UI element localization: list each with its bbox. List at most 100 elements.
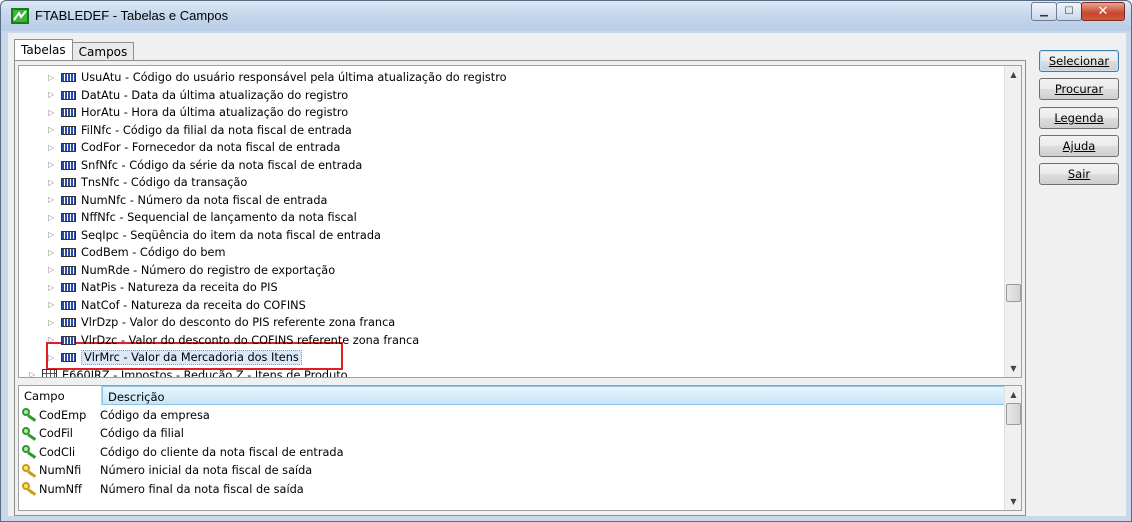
grid-scrollbar[interactable]: ▲ ▼ [1004,386,1021,510]
table-row[interactable]: CodEmp Código da empresa [19,406,210,424]
tree-item[interactable]: ▷ VlrDzc - Valor do desconto do COFINS re… [48,332,419,349]
expand-icon[interactable]: ▷ [48,196,56,204]
tree-item-label: VlrDzc - Valor do desconto do COFINS ref… [81,333,420,347]
tree-item[interactable]: ▷ NatPis - Natureza da receita do PIS [48,279,278,296]
table-row[interactable]: CodCli Código do cliente da nota fiscal d… [19,443,344,461]
tree-item-label: CodBem - Código do bem [81,246,226,259]
expand-icon[interactable]: ▷ [48,178,56,187]
action-buttons: Selecionar Procurar Legenda Ajuda Sair [1039,50,1119,191]
tree-item[interactable]: ▷ HorAtu - Hora da última atualização do … [48,104,348,121]
field-icon [61,248,76,257]
expand-icon[interactable]: ▷ [48,248,56,257]
field-icon [61,160,76,170]
tree-item[interactable]: ▷ CodBem - Código do bem [48,244,226,261]
tree-item-label: SnfNfc - Código da série da nota fiscal … [81,158,363,172]
expand-icon[interactable]: ▷ [48,266,56,274]
field-icon [61,353,76,362]
expand-icon[interactable]: ▷ [48,283,56,292]
foreign-key-icon [22,463,38,478]
tree-item[interactable]: ▷ SnfNfc - Código da série da nota fiscal… [48,157,362,174]
expand-icon[interactable]: ▷ [48,318,56,327]
field-icon [61,213,76,222]
cell-campo: CodCli [39,445,76,459]
app-window: FTABLEDEF - Tabelas e Campos ▁ ☐ ✕ Tabel… [0,0,1132,522]
tree-item-label: TnsNfc - Código da transação [81,176,248,189]
column-header-campo[interactable]: Campo [19,386,102,405]
tree-item[interactable]: ▷ E660IRZ - Impostos - Redução Z - Itens … [29,367,348,378]
tree-item-label: E660IRZ - Impostos - Redução Z - Itens d… [62,368,348,378]
expand-icon[interactable]: ▷ [48,336,56,344]
expand-icon[interactable]: ▷ [48,126,56,134]
tree-item[interactable]: ▷ CodFor - Fornecedor da nota fiscal de e… [48,139,340,156]
field-icon [61,73,76,82]
fields-grid[interactable]: Campo Descrição ▲ ▼ CodEmp Código da empr… [18,385,1022,511]
expand-icon[interactable]: ▷ [48,301,56,309]
legenda-button[interactable]: Legenda [1039,107,1119,129]
tree-item[interactable]: ▷ VlrMrc - Valor da Mercadoria dos Itens [48,349,302,366]
tree-item-label: SeqIpc - Seqüência do item da nota fisca… [81,228,381,242]
foreign-key-icon [22,482,38,496]
scroll-thumb[interactable] [1006,403,1021,425]
tree-item[interactable]: ▷ NumNfc - Número da nota fiscal de entra… [48,192,327,209]
tree-item-label: NumNfc - Número da nota fiscal de entrad… [81,193,328,207]
scroll-up-icon[interactable]: ▲ [1005,386,1021,403]
cell-campo: CodFil [39,427,73,440]
grid-header: Campo Descrição [19,386,1005,405]
field-icon [61,300,76,310]
tree-item-label: FilNfc - Código da filial da nota fiscal… [81,123,352,137]
table-tree[interactable]: ▲ ▼ ▷ UsuAtu - Código do usuário responsá… [18,65,1022,378]
cell-campo: NumNff [39,482,82,496]
minimize-button[interactable]: ▁ [1031,2,1057,21]
field-icon [61,90,76,100]
table-row[interactable]: NumNfi Número inicial da nota fiscal de s… [19,462,312,480]
field-icon [61,283,76,292]
title-bar[interactable]: FTABLEDEF - Tabelas e Campos ▁ ☐ ✕ [1,1,1131,31]
scroll-down-icon[interactable]: ▼ [1005,360,1021,377]
table-row[interactable]: NumNff Número final da nota fiscal de saí… [19,480,304,498]
field-icon [61,178,76,187]
tree-item-label: HorAtu - Hora da última atualização do r… [81,106,349,119]
tree-item-label: NatCof - Natureza da receita do COFINS [81,298,306,312]
tab-campos[interactable]: Campos [71,42,135,61]
tree-scrollbar[interactable]: ▲ ▼ [1004,66,1021,377]
expand-icon[interactable]: ▷ [48,161,56,169]
tree-item[interactable]: ▷ NatCof - Natureza da receita do COFINS [48,297,306,314]
expand-icon[interactable]: ▷ [48,231,56,239]
expand-icon[interactable]: ▷ [48,213,56,222]
cell-campo: NumNfi [39,464,82,477]
close-button[interactable]: ✕ [1081,2,1125,21]
scroll-up-icon[interactable]: ▲ [1005,66,1021,83]
column-header-descricao[interactable]: Descrição [102,386,1005,405]
tree-item[interactable]: ▷ VlrDzp - Valor do desconto do PIS refer… [48,314,395,331]
primary-key-icon [22,445,38,459]
expand-icon[interactable]: ▷ [48,73,56,82]
tree-item[interactable]: ▷ NumRde - Número do registro de exportaç… [48,262,335,279]
tree-item[interactable]: ▷ UsuAtu - Código do usuário responsável … [48,69,507,86]
tree-item[interactable]: ▷ NffNfc - Sequencial de lançamento da no… [48,209,357,226]
maximize-button[interactable]: ☐ [1056,2,1082,21]
expand-icon[interactable]: ▷ [48,353,56,362]
tree-item[interactable]: ▷ DatAtu - Data da última atualização do … [48,87,348,104]
primary-key-icon [22,426,38,441]
scroll-thumb[interactable] [1006,284,1021,302]
sair-button[interactable]: Sair [1039,163,1119,185]
procurar-button[interactable]: Procurar [1039,78,1119,100]
expand-icon[interactable]: ▷ [48,108,56,117]
ajuda-button[interactable]: Ajuda [1039,135,1119,157]
field-icon [61,318,76,327]
tree-item-label: CodFor - Fornecedor da nota fiscal de en… [81,141,341,154]
tree-item[interactable]: ▷ TnsNfc - Código da transação [48,174,247,191]
selecionar-button[interactable]: Selecionar [1039,50,1119,72]
tree-item[interactable]: ▷ SeqIpc - Seqüência do item da nota fisc… [48,227,381,244]
primary-key-icon [22,408,38,422]
table-row[interactable]: CodFil Código da filial [19,425,184,443]
expand-icon[interactable]: ▷ [48,91,56,99]
tab-tabelas[interactable]: Tabelas [14,39,73,61]
expand-icon[interactable]: ▷ [29,371,37,378]
tree-item[interactable]: ▷ FilNfc - Código da filial da nota fisca… [48,122,352,139]
scroll-down-icon[interactable]: ▼ [1005,493,1021,510]
field-icon [61,265,76,275]
field-icon [61,143,76,152]
expand-icon[interactable]: ▷ [48,143,56,152]
tree-item-label: NatPis - Natureza da receita do PIS [81,281,278,294]
